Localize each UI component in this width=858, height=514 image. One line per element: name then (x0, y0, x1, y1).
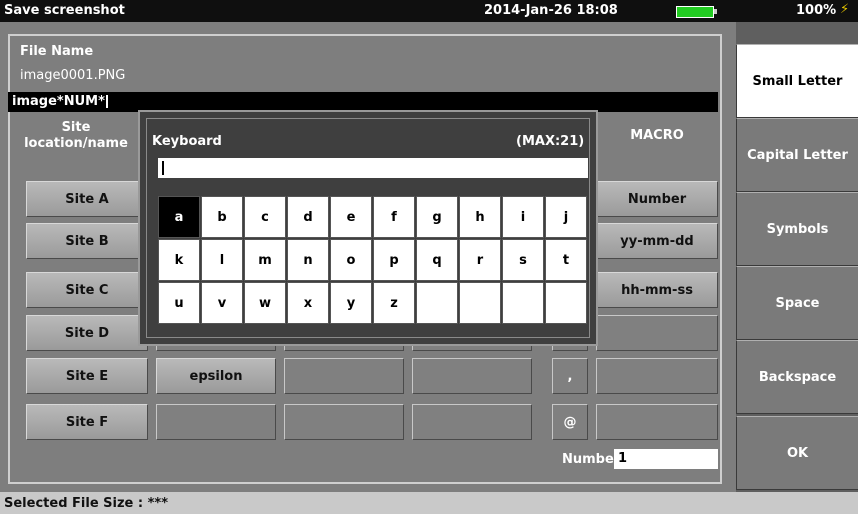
name-cell[interactable] (412, 404, 532, 440)
ok-button[interactable]: OK (736, 416, 858, 490)
text-caret (105, 95, 108, 108)
macro-cell[interactable] (596, 358, 718, 394)
selected-file-size: Selected File Size : *** (4, 496, 169, 511)
key-g[interactable]: g (416, 196, 458, 238)
name-cell[interactable] (412, 358, 532, 394)
name-button-epsilon[interactable]: epsilon (156, 358, 276, 394)
symbols-button[interactable]: Symbols (736, 192, 858, 266)
key-e[interactable]: e (330, 196, 372, 238)
key-n[interactable]: n (287, 239, 329, 281)
key-blank[interactable] (459, 282, 501, 324)
site-button-e[interactable]: Site E (26, 358, 148, 394)
key-w[interactable]: w (244, 282, 286, 324)
number-label: Number (562, 452, 621, 467)
key-q[interactable]: q (416, 239, 458, 281)
macro-button-date[interactable]: yy-mm-dd (596, 223, 718, 259)
key-i[interactable]: i (502, 196, 544, 238)
input-mode-sidebar: Small Letter Capital Letter Symbols Spac… (736, 22, 858, 492)
macro-button-number[interactable]: Number (596, 181, 718, 217)
macro-cell[interactable] (596, 404, 718, 440)
name-cell[interactable] (156, 404, 276, 440)
number-input[interactable]: 1 (614, 449, 718, 469)
key-j[interactable]: j (545, 196, 587, 238)
site-button-f[interactable]: Site F (26, 404, 148, 440)
site-header-line1: Site (61, 120, 91, 135)
key-h[interactable]: h (459, 196, 501, 238)
key-m[interactable]: m (244, 239, 286, 281)
site-header: Site location/name (20, 120, 132, 152)
key-p[interactable]: p (373, 239, 415, 281)
key-blank[interactable] (416, 282, 458, 324)
keyboard-input[interactable] (158, 158, 588, 178)
key-l[interactable]: l (201, 239, 243, 281)
key-b[interactable]: b (201, 196, 243, 238)
key-blank[interactable] (545, 282, 587, 324)
backspace-button[interactable]: Backspace (736, 340, 858, 414)
key-t[interactable]: t (545, 239, 587, 281)
window-title: Save screenshot (4, 3, 125, 18)
current-file-name: image0001.PNG (20, 68, 126, 83)
key-o[interactable]: o (330, 239, 372, 281)
key-c[interactable]: c (244, 196, 286, 238)
symbol-button-at[interactable]: @ (552, 404, 588, 440)
key-f[interactable]: f (373, 196, 415, 238)
date-time: 2014-Jan-26 18:08 (484, 3, 618, 18)
macro-button-time[interactable]: hh-mm-ss (596, 272, 718, 308)
key-r[interactable]: r (459, 239, 501, 281)
space-button[interactable]: Space (736, 266, 858, 340)
symbol-button-comma[interactable]: , (552, 358, 588, 394)
key-v[interactable]: v (201, 282, 243, 324)
keyboard-max-length: (MAX:21) (516, 134, 585, 149)
key-u[interactable]: u (158, 282, 200, 324)
title-bar: Save screenshot 2014-Jan-26 18:08 100% ⚡ (0, 0, 858, 22)
key-k[interactable]: k (158, 239, 200, 281)
name-cell[interactable] (284, 404, 404, 440)
site-button-b[interactable]: Site B (26, 223, 148, 259)
file-name-input-value: image*NUM* (12, 94, 105, 109)
key-s[interactable]: s (502, 239, 544, 281)
status-bar: Selected File Size : *** (0, 492, 858, 514)
key-a[interactable]: a (158, 196, 200, 238)
capital-letter-button[interactable]: Capital Letter (736, 118, 858, 192)
battery-tip (714, 9, 717, 14)
text-caret (162, 161, 164, 175)
macro-header: MACRO (630, 128, 684, 143)
key-y[interactable]: y (330, 282, 372, 324)
small-letter-button[interactable]: Small Letter (736, 44, 858, 118)
keyboard-title: Keyboard (152, 134, 222, 149)
file-name-label: File Name (20, 44, 94, 59)
battery-full-icon (676, 6, 714, 18)
battery-percent: 100% (796, 3, 837, 18)
site-button-d[interactable]: Site D (26, 315, 148, 351)
key-blank[interactable] (502, 282, 544, 324)
name-cell[interactable] (284, 358, 404, 394)
site-button-a[interactable]: Site A (26, 181, 148, 217)
key-z[interactable]: z (373, 282, 415, 324)
key-x[interactable]: x (287, 282, 329, 324)
file-name-input[interactable]: image*NUM* (8, 92, 718, 112)
key-d[interactable]: d (287, 196, 329, 238)
site-header-line2: location/name (24, 136, 128, 151)
macro-cell[interactable] (596, 315, 718, 351)
power-plug-icon: ⚡ (840, 2, 850, 17)
keyboard-dialog: Keyboard (MAX:21) abcdefghij klmnopqrst uv… (138, 110, 598, 346)
site-button-c[interactable]: Site C (26, 272, 148, 308)
